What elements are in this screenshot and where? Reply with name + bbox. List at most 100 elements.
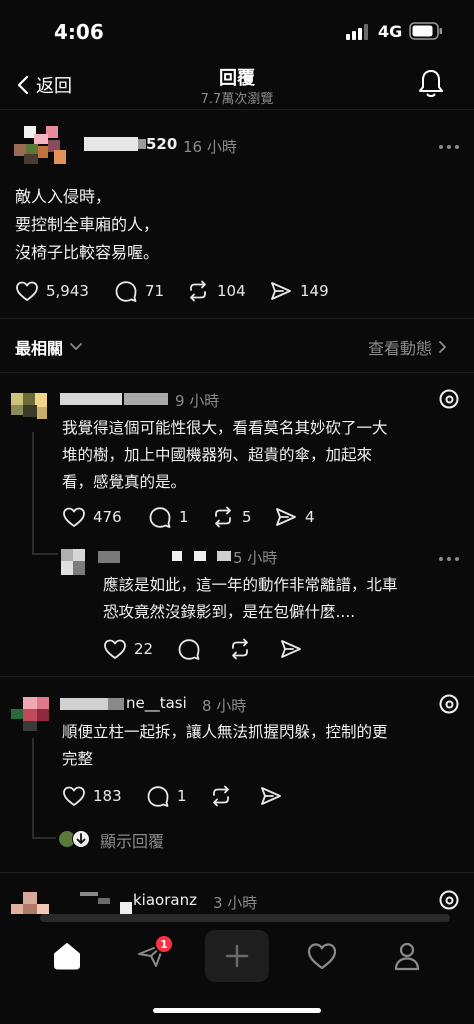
username-redaction	[217, 551, 231, 561]
new-post-button[interactable]	[205, 930, 269, 982]
repost-button[interactable]	[209, 785, 233, 807]
share-button[interactable]: 149	[269, 280, 329, 302]
comment-icon	[147, 786, 169, 807]
threads-logo-icon	[439, 694, 459, 714]
repost-count: 5	[242, 508, 252, 526]
like-count: 5,943	[46, 282, 89, 300]
heart-icon[interactable]	[306, 941, 338, 971]
comment-icon	[178, 639, 200, 660]
send-icon	[276, 508, 296, 526]
reply-timestamp: 3 小時	[213, 894, 258, 912]
divider	[0, 676, 474, 677]
username-redaction	[98, 898, 110, 904]
comment-count: 1	[179, 508, 189, 526]
send-icon	[271, 282, 291, 300]
post-username[interactable]: 520	[146, 135, 177, 153]
like-count: 183	[93, 787, 122, 805]
reply-text-line: 恐攻竟然沒錄影到，是在包僻什麼....	[103, 603, 356, 621]
comment-button[interactable]: 1	[148, 506, 189, 528]
avatar[interactable]	[11, 393, 49, 425]
view-activity-link[interactable]: 查看動態	[368, 335, 448, 359]
view-count: 7.7萬次瀏覽	[200, 92, 274, 107]
comment-button[interactable]	[177, 638, 201, 660]
reply-username[interactable]: kiaoranz	[133, 891, 197, 909]
divider	[0, 318, 474, 319]
comment-icon	[115, 281, 137, 302]
chevron-down-icon	[70, 343, 82, 350]
more-options-icon[interactable]	[438, 144, 460, 150]
like-button[interactable]: 183	[62, 785, 122, 807]
scroll-indicator	[40, 914, 450, 922]
username-redaction	[98, 551, 120, 563]
comment-count: 1	[177, 787, 187, 805]
reply-text: 我覺得這個可能性很大，看看莫名其妙砍了一大 堆的樹，加上中國機器狗、超貴的傘，加…	[62, 415, 388, 496]
avatar[interactable]	[11, 697, 49, 731]
top-navigation-bar: 返回 回覆 7.7萬次瀏覽	[0, 58, 474, 110]
username-redaction	[84, 137, 138, 151]
divider	[0, 372, 474, 373]
show-replies-label: 顯示回覆	[100, 832, 165, 851]
activity-tab[interactable]: 1	[136, 934, 174, 970]
sort-dropdown[interactable]: 最相關	[15, 335, 83, 359]
post-text-line: 要控制全車廂的人，	[15, 215, 160, 234]
repost-icon	[232, 638, 248, 660]
username-redaction	[194, 551, 206, 561]
signal-icon	[346, 24, 368, 40]
like-button[interactable]: 5,943	[15, 280, 89, 302]
repost-count: 104	[217, 282, 246, 300]
reply-text: 順便立柱一起拆，讓人無法抓握閃躲，控制的更 完整	[62, 719, 388, 773]
heart-icon	[63, 786, 85, 806]
share-count: 4	[305, 508, 315, 526]
comment-count: 71	[145, 282, 165, 300]
comment-icon	[149, 507, 171, 528]
bell-icon[interactable]	[417, 68, 445, 100]
username-redaction	[108, 698, 124, 710]
repost-button[interactable]	[228, 638, 252, 660]
like-button[interactable]: 476	[62, 506, 122, 528]
comment-button[interactable]: 1	[146, 785, 187, 807]
reply-timestamp: 5 小時	[233, 549, 278, 567]
repost-button[interactable]: 104	[186, 280, 246, 302]
post-text-line: 敵人入侵時，	[15, 187, 112, 206]
username-redaction	[80, 892, 98, 896]
like-button[interactable]: 22	[103, 638, 153, 660]
reply-text: 應該是如此，這一年的動作非常離譜，北車 恐攻竟然沒錄影到，是在包僻什麼....	[103, 572, 398, 626]
arrow-down-icon	[76, 833, 86, 844]
heart-icon	[16, 281, 38, 301]
thread-line	[32, 738, 34, 838]
repost-icon	[213, 785, 229, 807]
repost-button[interactable]: 5	[211, 506, 252, 528]
post-timestamp: 16 小時	[183, 138, 237, 156]
reply-text-line: 堆的樹，加上中國機器狗、超貴的傘，加起來	[62, 446, 373, 464]
divider	[0, 872, 474, 873]
username-redaction	[138, 139, 146, 149]
reply-timestamp: 8 小時	[202, 697, 247, 715]
avatar[interactable]	[61, 549, 85, 575]
share-count: 149	[300, 282, 329, 300]
thread-line	[32, 837, 56, 839]
share-button[interactable]: 4	[274, 506, 315, 528]
home-indicator	[153, 1008, 321, 1013]
show-replies-button[interactable]: 顯示回覆	[58, 828, 164, 852]
like-count: 22	[134, 640, 154, 658]
comment-button[interactable]: 71	[114, 280, 164, 302]
share-button[interactable]	[279, 638, 303, 660]
threads-logo-icon	[439, 389, 459, 409]
plus-icon	[225, 944, 249, 968]
send-icon	[281, 640, 301, 658]
more-options-icon[interactable]	[438, 556, 460, 562]
username-redaction	[172, 551, 182, 561]
home-icon[interactable]	[51, 940, 83, 972]
chevron-right-icon	[439, 341, 446, 353]
avatar[interactable]	[14, 126, 66, 166]
status-bar: 4:06 4G	[0, 0, 474, 58]
heart-icon	[63, 507, 85, 527]
username-redaction	[60, 698, 108, 710]
reply-username[interactable]: ne__tasi	[126, 694, 187, 712]
reply-text-line: 順便立柱一起拆，讓人無法抓握閃躲，控制的更	[62, 723, 388, 741]
profile-icon[interactable]	[392, 940, 422, 972]
share-button[interactable]	[259, 785, 283, 807]
reply-text-line: 應該是如此，這一年的動作非常離譜，北車	[103, 576, 398, 594]
like-count: 476	[93, 508, 122, 526]
reply-avatars	[58, 830, 92, 850]
